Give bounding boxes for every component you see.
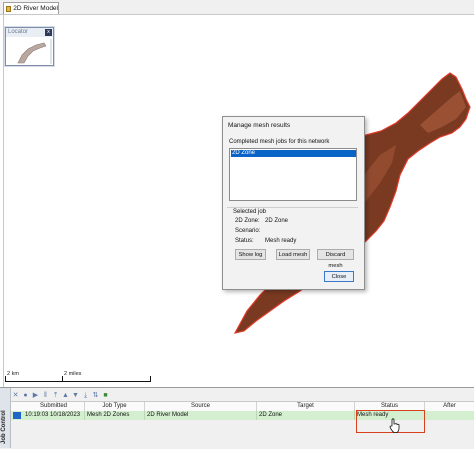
job-control-side-tab[interactable]: Job Control (0, 388, 11, 448)
locator-window[interactable]: Locator x (5, 27, 54, 66)
load-mesh-button[interactable]: Load mesh (276, 249, 310, 260)
move-up-icon[interactable]: ▲ (62, 392, 69, 399)
scale-tick (5, 376, 6, 381)
selected-job-label: Selected job (233, 209, 267, 215)
locator-title: Locator (8, 29, 29, 35)
run-icon[interactable]: ▶ (32, 392, 39, 399)
column-header-after[interactable]: After (425, 402, 474, 411)
network-icon[interactable]: ■ (102, 392, 109, 399)
dialog-title: Manage mesh results (228, 122, 291, 129)
status-value: Mesh ready (265, 238, 297, 244)
completed-jobs-list[interactable]: 2D Zone (229, 148, 357, 201)
refresh-icon[interactable]: ● (22, 392, 29, 399)
zone-label: 2D Zone: (235, 218, 260, 224)
cell-target: 2D Zone (257, 411, 355, 420)
dependency-icon[interactable]: ⇅ (92, 392, 99, 399)
tab-2d-river-model[interactable]: 2D River Model (3, 2, 59, 14)
cell-after (425, 411, 474, 420)
locator-minimap (17, 39, 52, 64)
move-bottom-icon[interactable]: ⤓ (82, 392, 89, 399)
list-item[interactable]: 2D Zone (231, 150, 356, 157)
scale-tick (62, 376, 63, 381)
document-tab-strip: 2D River Model (0, 0, 474, 15)
cancel-icon[interactable]: ✕ (12, 392, 19, 399)
model-icon (6, 5, 12, 12)
row-selector[interactable] (13, 412, 21, 419)
scale-tick (150, 376, 151, 381)
column-header-target[interactable]: Target (257, 402, 355, 411)
move-top-icon[interactable]: ⤒ (52, 392, 59, 399)
discard-mesh-button[interactable]: Discard mesh (317, 249, 354, 269)
column-header-job-type[interactable]: Job Type (85, 402, 145, 411)
cell-submitted: 10:19:03 10/18/2023 (23, 411, 85, 420)
job-control-toolbar: ✕ ● ▶ ‖ ⤒ ▲ ▼ ⤓ ⇅ ■ (12, 390, 109, 400)
tab-label: 2D River Model (13, 5, 58, 12)
cell-job-type: Mesh 2D Zones (85, 411, 145, 420)
scale-bar (5, 376, 151, 382)
completed-jobs-label: Completed mesh jobs for this network (229, 139, 330, 145)
close-button[interactable]: Close (324, 271, 354, 282)
show-log-button[interactable]: Show log (235, 249, 266, 260)
move-down-icon[interactable]: ▼ (72, 392, 79, 399)
status-label: Status: (235, 238, 254, 244)
locator-river (17, 42, 47, 64)
job-control-label: Job Control (1, 410, 7, 444)
pause-icon[interactable]: ‖ (42, 392, 49, 399)
close-icon[interactable]: x (45, 29, 52, 36)
column-header-submitted[interactable]: Submitted (23, 402, 85, 411)
scenario-label: Scenario: (235, 228, 261, 234)
zone-value: 2D Zone (265, 218, 289, 224)
hand-cursor-icon (389, 418, 400, 433)
manage-mesh-results-dialog: Manage mesh results Completed mesh jobs … (222, 116, 365, 290)
cell-source: 2D River Model (145, 411, 257, 420)
column-header-source[interactable]: Source (145, 402, 257, 411)
